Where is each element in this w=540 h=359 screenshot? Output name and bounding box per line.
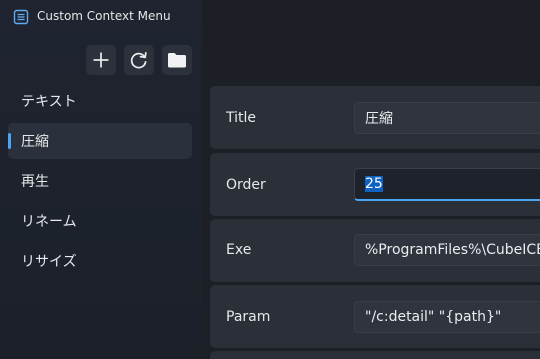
refresh-button[interactable] — [124, 45, 154, 75]
title-input[interactable]: 圧縮 — [354, 102, 540, 134]
window-title: Custom Context Menu — [37, 9, 171, 23]
title-setting-card: Title 圧縮 — [210, 86, 540, 149]
sidebar-item-label: リサイズ — [21, 254, 77, 270]
refresh-icon — [130, 51, 147, 69]
title-label: Title — [226, 110, 257, 126]
order-input-selected-text: 25 — [365, 176, 383, 192]
exe-setting-card: Exe %ProgramFiles%\CubeICE\cub — [210, 219, 540, 282]
folder-icon — [168, 53, 186, 68]
title-bar: Custom Context Menu — [0, 0, 202, 36]
plus-icon — [93, 52, 109, 68]
open-folder-button[interactable] — [162, 45, 192, 75]
param-label: Param — [226, 309, 271, 325]
next-setting-card — [210, 351, 540, 359]
sidebar-item-resize[interactable]: リサイズ — [8, 243, 192, 279]
sidebar-item-rename[interactable]: リネーム — [8, 203, 192, 239]
selection-indicator — [8, 133, 11, 149]
sidebar-item-play[interactable]: 再生 — [8, 163, 192, 199]
param-setting-card: Param "/c:detail" "{path}" — [210, 285, 540, 348]
settings-pane: Title 圧縮 Order 25 Exe %ProgramFiles%\Cub… — [202, 0, 540, 359]
exe-label: Exe — [226, 242, 252, 258]
sidebar-item-compress[interactable]: 圧縮 — [8, 123, 192, 159]
sidebar-item-label: リネーム — [21, 214, 77, 230]
list-app-icon — [13, 9, 29, 25]
exe-input[interactable]: %ProgramFiles%\CubeICE\cub — [354, 234, 540, 266]
order-label: Order — [226, 177, 266, 193]
sidebar-pane: Custom Context Menu テキスト 圧縮 再生 リネーム リサイズ — [0, 0, 202, 359]
app-window: Custom Context Menu テキスト 圧縮 再生 リネーム リサイズ… — [0, 0, 540, 359]
order-input[interactable]: 25 — [354, 168, 540, 201]
sidebar-item-label: テキスト — [21, 94, 77, 110]
sidebar-item-label: 圧縮 — [21, 134, 49, 150]
order-setting-card: Order 25 — [210, 153, 540, 216]
nav-list: テキスト 圧縮 再生 リネーム リサイズ — [8, 83, 192, 283]
param-input[interactable]: "/c:detail" "{path}" — [354, 301, 540, 333]
sidebar-item-text[interactable]: テキスト — [8, 83, 192, 119]
sidebar-item-label: 再生 — [21, 174, 49, 190]
add-button[interactable] — [86, 45, 116, 75]
